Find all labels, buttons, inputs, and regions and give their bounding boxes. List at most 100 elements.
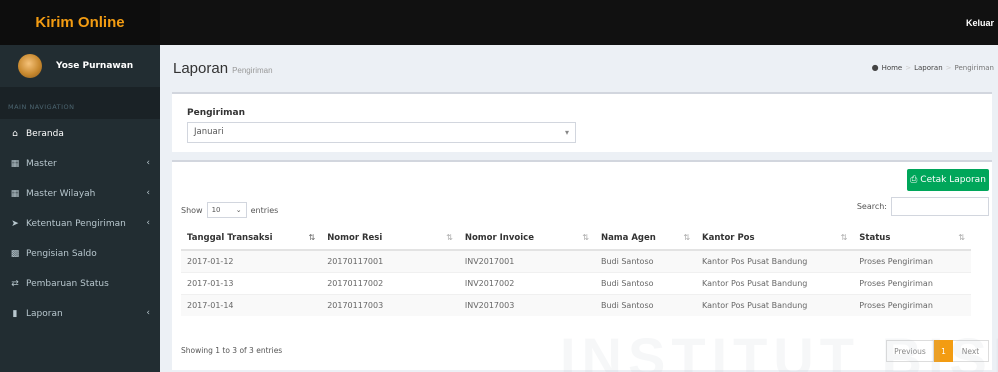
column-header-nomor-invoice[interactable]: Nomor Invoice ⇅ — [458, 226, 595, 251]
table-cell: 20170117003 — [321, 293, 459, 316]
table-cell: Kantor Pos Pusat Bandung — [696, 249, 854, 272]
table-cell: 20170117002 — [321, 271, 459, 294]
table-cell: INV2017001 — [458, 249, 595, 272]
sort-icon: ⇅ — [840, 233, 848, 242]
table-cell: Kantor Pos Pusat Bandung — [696, 271, 854, 294]
sidebar: Yose Purnawan MAIN NAVIGATION ⌂ Beranda … — [0, 45, 160, 372]
sidebar-item-label: Pengisian Saldo — [26, 249, 97, 259]
chevron-left-icon: ‹ — [146, 188, 150, 198]
table-cell: Kantor Pos Pusat Bandung — [696, 293, 854, 316]
sidebar-item-label: Master — [26, 159, 57, 169]
table-icon: ▦ — [10, 159, 20, 169]
sidebar-item-label: Beranda — [26, 129, 64, 139]
filter-label: Pengiriman — [187, 108, 246, 118]
table-row: 2017-01-14 20170117003 INV2017003 Budi S… — [181, 293, 971, 316]
entries-length-control: Show 10 ⌄ entries — [181, 202, 278, 218]
table-header-row: Tanggal Transaksi ⇅ Nomor Resi ⇅ Nomor Inv… — [181, 226, 971, 251]
column-header-label: Nama Agen — [600, 232, 656, 243]
home-icon: ⌂ — [12, 129, 18, 139]
dashboard-icon: ● — [871, 63, 879, 72]
sidebar-item-master-wilayah[interactable]: ▦ Master Wilayah ‹ — [0, 179, 160, 209]
sidebar-item-ketentuan-pengiriman[interactable]: ➤ Ketentuan Pengiriman ‹ — [0, 209, 160, 239]
print-report-button[interactable]: ⎙ Cetak Laporan — [907, 169, 989, 191]
avatar — [18, 54, 42, 78]
column-header-label: Status — [859, 232, 891, 243]
sort-icon: ⇅ — [683, 233, 691, 242]
user-panel: Yose Purnawan — [0, 45, 160, 87]
logout-link[interactable]: Keluar — [966, 0, 994, 45]
table-search: Search: — [857, 197, 989, 216]
sort-asc-icon: ⇅ — [308, 233, 316, 242]
sort-icon: ⇅ — [582, 233, 589, 242]
page-title: Laporan Pengiriman — [173, 60, 273, 77]
pagination-next[interactable]: Next — [953, 340, 989, 362]
sidebar-item-label: Laporan — [26, 309, 63, 319]
page-subtitle: Pengiriman — [232, 66, 273, 75]
month-select[interactable]: Januari ▾ — [187, 122, 576, 143]
report-table: Tanggal Transaksi ⇅ Nomor Resi ⇅ Nomor Inv… — [181, 226, 971, 316]
table-row: 2017-01-13 20170117002 INV2017002 Budi S… — [181, 271, 971, 294]
exchange-icon: ⇄ — [11, 279, 19, 289]
column-header-label: Kantor Pos — [702, 232, 755, 243]
chevron-down-icon: ▾ — [564, 128, 569, 137]
table-cell: 2017-01-13 — [181, 271, 322, 294]
app-root: Kirim Online Keluar Yose Purnawan MAIN N… — [0, 0, 998, 372]
sidebar-item-label: Master Wilayah — [26, 189, 96, 199]
column-header-label: Tanggal Transaksi — [187, 232, 273, 243]
month-select-value: Januari — [194, 127, 224, 137]
breadcrumb-laporan[interactable]: Laporan — [914, 64, 943, 72]
pagination: Previous 1 Next — [886, 340, 989, 362]
user-name: Yose Purnawan — [56, 61, 134, 71]
column-header-tanggal-transaksi[interactable]: Tanggal Transaksi ⇅ — [181, 226, 322, 251]
table-cell: Proses Pengiriman — [853, 271, 971, 294]
search-label: Search: — [856, 202, 887, 211]
entries-select[interactable]: 10 ⌄ — [206, 202, 247, 218]
column-header-nomor-resi[interactable]: Nomor Resi ⇅ — [321, 226, 459, 251]
send-icon: ➤ — [11, 219, 19, 229]
folder-icon: ▮ — [12, 309, 18, 319]
top-navbar: Kirim Online Keluar — [0, 0, 998, 45]
content-header: Laporan Pengiriman ● Home > Laporan > Pen… — [160, 45, 998, 90]
table-cell: Budi Santoso — [594, 293, 697, 316]
entries-select-value: 10 — [211, 206, 221, 214]
column-header-label: Nomor Resi — [327, 232, 383, 243]
map-icon: ▦ — [10, 189, 20, 199]
page-title-text: Laporan — [173, 60, 229, 77]
sidebar-item-laporan[interactable]: ▮ Laporan ‹ — [0, 299, 160, 329]
breadcrumb-home[interactable]: Home — [882, 64, 903, 72]
sidebar-item-pembaruan-status[interactable]: ⇄ Pembaruan Status — [0, 269, 160, 299]
table-cell: INV2017003 — [458, 293, 595, 316]
table-cell: Budi Santoso — [594, 249, 697, 272]
search-input[interactable] — [891, 197, 989, 216]
table-cell: 2017-01-12 — [181, 249, 322, 272]
nav-header: MAIN NAVIGATION — [0, 87, 160, 119]
breadcrumb-current: Pengiriman — [954, 63, 994, 72]
table-cell: Proses Pengiriman — [853, 293, 971, 316]
report-box: ⎙ Cetak Laporan Show 10 ⌄ entries Search… — [172, 160, 992, 370]
table-row: 2017-01-12 20170117001 INV2017001 Budi S… — [181, 249, 971, 272]
table-cell: 20170117001 — [321, 249, 459, 272]
entries-label: entries — [250, 205, 279, 215]
sort-icon: ⇅ — [958, 233, 965, 242]
print-report-label: Cetak Laporan — [920, 175, 986, 185]
chevron-left-icon: ‹ — [146, 308, 150, 318]
pagination-page-1[interactable]: 1 — [934, 340, 953, 362]
column-header-status[interactable]: Status ⇅ — [853, 226, 971, 251]
column-header-nama-agen[interactable]: Nama Agen ⇅ — [594, 226, 697, 251]
chevron-left-icon: ‹ — [146, 158, 150, 168]
column-header-kantor-pos[interactable]: Kantor Pos ⇅ — [696, 226, 854, 251]
brand-logo[interactable]: Kirim Online — [0, 0, 160, 45]
chevron-down-icon: ⌄ — [235, 206, 242, 214]
breadcrumb-separator: > — [945, 63, 952, 72]
pagination-previous[interactable]: Previous — [886, 340, 934, 362]
print-icon: ⎙ — [910, 175, 918, 185]
sidebar-item-beranda[interactable]: ⌂ Beranda — [0, 119, 160, 149]
sidebar-item-master[interactable]: ▦ Master ‹ — [0, 149, 160, 179]
filter-box: Pengiriman Januari ▾ — [172, 92, 992, 152]
table-info: Showing 1 to 3 of 3 entries — [181, 346, 283, 355]
sort-icon: ⇅ — [446, 233, 453, 242]
sidebar-item-pengisian-saldo[interactable]: ▩ Pengisian Saldo — [0, 239, 160, 269]
table-cell: Proses Pengiriman — [853, 249, 971, 272]
breadcrumb-separator: > — [905, 63, 912, 72]
credit-card-icon: ▩ — [10, 249, 20, 259]
